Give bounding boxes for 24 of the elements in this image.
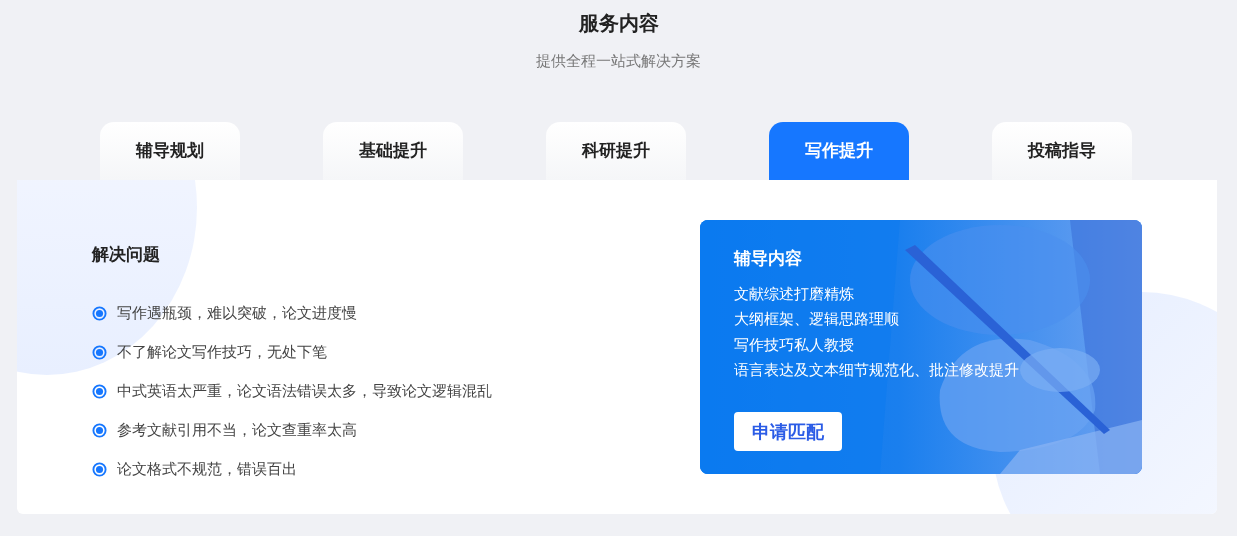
problem-text: 论文格式不规范，错误百出 (117, 458, 297, 480)
bullet-icon (92, 461, 107, 477)
bullet-icon (92, 344, 107, 360)
problem-text: 不了解论文写作技巧，无处下笔 (117, 341, 327, 363)
tab[interactable]: 写作提升 (769, 122, 909, 180)
service-item: 文献综述打磨精炼 (734, 283, 855, 305)
tab[interactable]: 辅导规划 (100, 122, 240, 180)
bullet-icon (92, 422, 107, 438)
problem-text: 参考文献引用不当，论文查重率太高 (117, 419, 357, 441)
tab[interactable]: 投稿指导 (992, 122, 1132, 180)
card-title: 辅导内容 (734, 247, 803, 270)
service-item: 大纲框架、逻辑思路理顺 (734, 309, 900, 330)
service-item: 写作技巧私人教授 (734, 334, 855, 356)
problem-text: 中式英语太严重，论文语法错误太多，导致论文逻辑混乱 (117, 380, 492, 402)
section-subtitle: 提供全程一站式解决方案 (535, 51, 702, 72)
problems-heading: 解决问题 (92, 243, 161, 266)
tab[interactable]: 科研提升 (546, 122, 686, 180)
service-item: 语言表达及文本细节规范化、批注修改提升 (734, 360, 1020, 381)
bullet-icon (92, 305, 107, 321)
apply-button[interactable]: 申请匹配 (734, 411, 842, 451)
section-title: 服务内容 (577, 10, 660, 37)
problem-text: 写作遇瓶颈，难以突破，论文进度慢 (117, 302, 357, 324)
tab[interactable]: 基础提升 (323, 122, 463, 180)
bullet-icon (92, 383, 107, 399)
